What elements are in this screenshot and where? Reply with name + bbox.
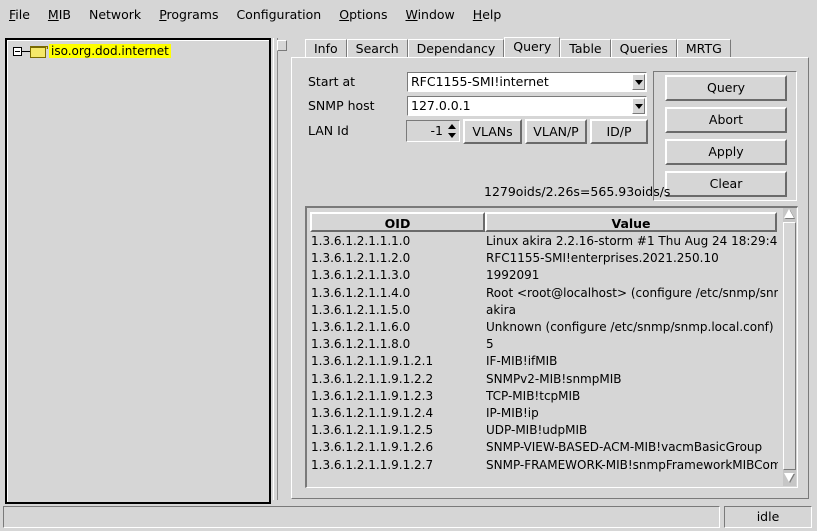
vlans-button[interactable]: VLANs	[463, 119, 522, 144]
table-row[interactable]: 1.3.6.1.2.1.1.2.0 RFC1155-SMI!enterprises…	[307, 251, 781, 268]
spin-up-icon[interactable]	[447, 122, 458, 131]
menu-item-window[interactable]: Window	[396, 0, 463, 30]
status-bar: idle	[0, 503, 817, 531]
snmp-host-label: SNMP host	[308, 98, 375, 113]
oid-cell: 1.3.6.1.2.1.1.9.1.2.5	[311, 423, 434, 438]
value-cell: IF-MIB!ifMIB	[486, 354, 558, 369]
table-row[interactable]: 1.3.6.1.2.1.1.1.0 Linux akira 2.2.16-stor…	[307, 234, 781, 251]
table-row[interactable]: 1.3.6.1.2.1.1.9.1.2.7 SNMP-FRAMEWORK-MIB!…	[307, 458, 781, 475]
menu-item-network[interactable]: Network	[80, 0, 150, 30]
column-header-value[interactable]: Value	[485, 212, 777, 232]
menu-item-configuration[interactable]: Configuration	[227, 0, 330, 30]
snmp-host-combo[interactable]: 127.0.0.1	[407, 96, 647, 116]
table-row[interactable]: 1.3.6.1.2.1.1.9.1.2.5 UDP-MIB!udpMIB	[307, 423, 781, 440]
tab-search[interactable]: Search	[346, 39, 408, 57]
table-row[interactable]: 1.3.6.1.2.1.1.4.0 Root <root@localhost> (…	[307, 286, 781, 303]
tree-node-root[interactable]: iso.org.dod.internet	[13, 43, 171, 59]
snmp-host-value: 127.0.0.1	[411, 98, 471, 113]
table-row[interactable]: 1.3.6.1.2.1.1.6.0 Unknown (configure /etc…	[307, 320, 781, 337]
idp-button[interactable]: ID/P	[590, 119, 648, 144]
table-row[interactable]: 1.3.6.1.2.1.1.9.1.2.3 TCP-MIB!tcpMIB	[307, 389, 781, 406]
collapse-icon[interactable]	[13, 46, 22, 56]
scroll-up-icon[interactable]	[783, 208, 796, 220]
tab-mrtg[interactable]: MRTG	[676, 39, 731, 57]
tree-connector	[22, 50, 30, 52]
mib-tree-panel[interactable]: iso.org.dod.internet	[5, 38, 271, 504]
value-cell: Root <root@localhost> (configure /etc/sn…	[486, 285, 778, 300]
menu-item-mib[interactable]: MIB	[39, 0, 80, 30]
menu-item-file[interactable]: File	[0, 0, 39, 30]
value-cell: Unknown (configure /etc/snmp/snmp.local.…	[486, 320, 774, 334]
tab-queries[interactable]: Queries	[610, 39, 677, 57]
value-cell: 1992091	[486, 268, 540, 283]
tree-node-label[interactable]: iso.org.dod.internet	[49, 44, 171, 58]
results-table[interactable]: OID Value 1.3.6.1.2.1.1.1.0 Linux akira 2…	[305, 206, 798, 488]
oid-cell: 1.3.6.1.2.1.1.9.1.2.6	[311, 440, 434, 455]
menu-item-help[interactable]: Help	[464, 0, 511, 30]
oid-cell: 1.3.6.1.2.1.1.6.0	[311, 320, 411, 334]
dropdown-arrow-icon[interactable]	[632, 98, 645, 114]
lan-id-value: -1	[430, 123, 443, 138]
splitter[interactable]	[273, 38, 278, 500]
table-row[interactable]: 1.3.6.1.2.1.1.9.1.2.6 SNMP-VIEW-BASED-ACM…	[307, 440, 781, 457]
lan-id-spinbox[interactable]: -1	[406, 120, 460, 142]
menubar: File MIB Network Programs Configuration Optio…	[0, 0, 817, 30]
apply-button[interactable]: Apply	[665, 139, 787, 165]
abort-button[interactable]: Abort	[665, 107, 787, 133]
scroll-down-icon[interactable]	[783, 472, 796, 484]
column-header-oid[interactable]: OID	[310, 212, 485, 232]
value-cell: RFC1155-SMI!enterprises.2021.250.10	[486, 251, 719, 266]
status-state: idle	[724, 506, 812, 528]
table-body: 1.3.6.1.2.1.1.1.0 Linux akira 2.2.16-stor…	[307, 234, 781, 479]
status-message	[3, 506, 720, 528]
tab-table[interactable]: Table	[560, 39, 611, 57]
table-row[interactable]: 1.3.6.1.2.1.1.9.1.2.4 IP-MIB!ip	[307, 406, 781, 423]
dropdown-arrow-icon[interactable]	[632, 74, 645, 90]
folder-open-icon	[30, 45, 48, 58]
query-button[interactable]: Query	[665, 75, 787, 101]
tab-dependancy[interactable]: Dependancy	[407, 39, 505, 57]
oid-cell: 1.3.6.1.2.1.1.9.1.2.1	[311, 354, 434, 369]
oid-cell: 1.3.6.1.2.1.1.4.0	[311, 285, 411, 300]
start-at-label: Start at	[308, 74, 356, 89]
value-cell: SNMP-VIEW-BASED-ACM-MIB!vacmBasicGroup	[486, 440, 763, 455]
start-at-combo[interactable]: RFC1155-SMI!internet	[407, 72, 647, 92]
query-stats: 1279oids/2.26s=565.93oids/s	[484, 184, 671, 199]
tab-bar: Info Search Dependancy Query Table Queries MRT…	[305, 37, 731, 57]
menu-item-programs[interactable]: Programs	[150, 0, 227, 30]
value-cell: SNMPv2-MIB!snmpMIB	[486, 371, 622, 386]
oid-cell: 1.3.6.1.2.1.1.2.0	[311, 251, 411, 266]
oid-cell: 1.3.6.1.2.1.1.9.1.2.3	[311, 388, 434, 403]
splitter-handle[interactable]	[277, 40, 287, 51]
oid-cell: 1.3.6.1.2.1.1.5.0	[311, 302, 411, 317]
vertical-scrollbar[interactable]	[783, 208, 796, 486]
value-cell: akira	[486, 302, 516, 317]
oid-cell: 1.3.6.1.2.1.1.1.0	[311, 234, 411, 248]
value-cell: TCP-MIB!tcpMIB	[486, 388, 581, 403]
value-cell: Linux akira 2.2.16-storm #1 Thu Aug 24 1…	[486, 234, 778, 248]
table-row[interactable]: 1.3.6.1.2.1.1.9.1.2.1 IF-MIB!ifMIB	[307, 354, 781, 371]
menu-item-options[interactable]: Options	[330, 0, 396, 30]
value-cell: SNMP-FRAMEWORK-MIB!snmpFrameworkMIBCompl…	[486, 457, 778, 472]
oid-cell: 1.3.6.1.2.1.1.9.1.2.2	[311, 371, 434, 386]
spin-down-icon[interactable]	[447, 131, 458, 140]
value-cell: IP-MIB!ip	[486, 406, 539, 420]
clear-button[interactable]: Clear	[665, 171, 787, 197]
table-row[interactable]: 1.3.6.1.2.1.1.8.0 5	[307, 337, 781, 354]
oid-cell: 1.3.6.1.2.1.1.3.0	[311, 268, 411, 283]
table-row[interactable]: 1.3.6.1.2.1.1.3.0 1992091	[307, 268, 781, 285]
value-cell: 5	[486, 337, 494, 352]
value-cell: UDP-MIB!udpMIB	[486, 423, 588, 438]
oid-cell: 1.3.6.1.2.1.1.9.1.2.7	[311, 457, 434, 472]
table-row[interactable]: 1.3.6.1.2.1.1.9.1.2.2 SNMPv2-MIB!snmpMIB	[307, 372, 781, 389]
vlanp-button[interactable]: VLAN/P	[525, 119, 587, 144]
table-row[interactable]: 1.3.6.1.2.1.1.5.0 akira	[307, 303, 781, 320]
lan-id-label: LAN Id	[308, 123, 349, 138]
tab-query[interactable]: Query	[504, 37, 561, 57]
tab-info[interactable]: Info	[305, 39, 347, 57]
oid-cell: 1.3.6.1.2.1.1.8.0	[311, 337, 411, 352]
scroll-thumb[interactable]	[783, 222, 796, 470]
oid-cell: 1.3.6.1.2.1.1.9.1.2.4	[311, 406, 434, 420]
start-at-value: RFC1155-SMI!internet	[411, 74, 549, 89]
